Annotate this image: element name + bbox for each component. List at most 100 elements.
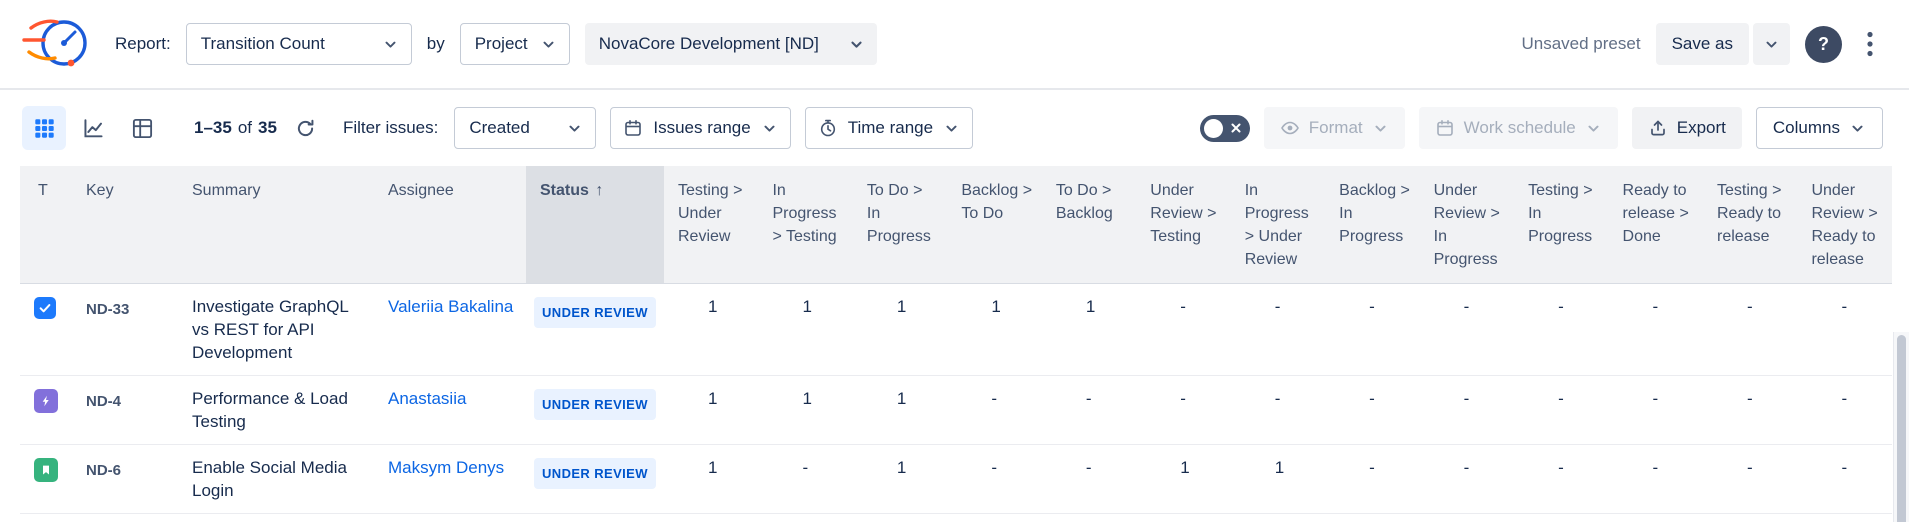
transition-count-cell: 1 [853,445,947,514]
column-header-transition[interactable]: Backlog > To Do [947,166,1041,284]
issue-summary[interactable]: Enable Social Media Login [178,445,374,514]
report-page: Report: Transition Count by Project Nova… [0,0,1909,522]
view-switcher [22,106,164,150]
chevron-down-icon [566,120,583,137]
export-icon [1648,118,1668,138]
issue-row: ND-6Enable Social Media Login Maksym Deny… [20,445,1892,514]
transition-count-cell: 1 [664,284,758,376]
column-header-transition[interactable]: Testing > In Progress [1514,166,1608,284]
count-total: 35 [258,118,277,138]
more-menu-button[interactable] [1857,24,1883,64]
filter-field-select[interactable]: Created [454,107,596,149]
transition-count-cell: - [1231,376,1325,445]
group-by-select[interactable]: Project [460,23,570,65]
assignee-link[interactable]: Valeriia Bakalina [388,297,513,316]
issue-key[interactable]: ND-4 [72,376,178,445]
column-header-summary[interactable]: Summary [178,166,374,284]
issue-summary[interactable]: Investigate GraphQL vs REST for API Deve… [178,284,374,376]
help-button[interactable]: ? [1805,26,1842,63]
transition-count-cell: 1 [853,376,947,445]
columns-button[interactable]: Columns [1756,107,1883,149]
preset-status-label: Unsaved preset [1521,34,1640,54]
column-header-transition[interactable]: To Do > Backlog [1042,166,1136,284]
transition-count-cell: - [1042,445,1136,514]
chevron-down-icon [848,36,865,53]
calendar-icon [623,118,643,138]
transition-count-cell: 1 [853,284,947,376]
column-header-status[interactable]: Status ↑ [526,166,664,284]
column-header-transition[interactable]: Ready to release > Done [1609,166,1703,284]
chevron-down-icon [1585,120,1602,137]
issue-count: 1–35 of 35 [194,118,277,138]
work-schedule-button[interactable]: Work schedule [1419,107,1618,149]
count-range: 1–35 [194,118,232,138]
column-header-transition[interactable]: To Do > In Progress [853,166,947,284]
calendar-icon [1435,118,1455,138]
format-button[interactable]: Format [1264,107,1405,149]
kebab-menu-icon [1867,31,1873,57]
assignee-link[interactable]: Maksym Denys [388,458,504,477]
scrollbar-thumb[interactable] [1897,335,1906,522]
issue-type-bolt-icon [34,389,58,413]
issue-type-story-icon [34,458,58,482]
status-badge: UNDER REVIEW [534,297,656,328]
report-label: Report: [115,34,171,54]
column-header-transition[interactable]: Under Review > Ready to release [1797,166,1892,284]
assignee-link[interactable]: Anastasiia [388,389,466,408]
column-header-type[interactable]: T [20,166,72,284]
column-header-transition[interactable]: Under Review > Testing [1136,166,1230,284]
chart-view-button[interactable] [71,106,115,150]
transition-count-table: T Key Summary Assignee Status ↑ Testing … [20,166,1892,514]
speedy-clock-logo-icon [22,13,90,75]
transition-count-cell: - [1514,284,1608,376]
status-cell: UNDER REVIEW [526,445,664,514]
issue-key[interactable]: ND-33 [72,284,178,376]
transition-count-cell: 1 [947,284,1041,376]
column-header-transition[interactable]: Backlog > In Progress [1325,166,1419,284]
column-header-transition[interactable]: In Progress > Testing [758,166,852,284]
transition-count-cell: - [1231,284,1325,376]
transition-count-cell: - [758,445,852,514]
save-as-menu-button[interactable] [1753,23,1790,65]
refresh-button[interactable] [291,113,321,143]
transition-count-cell: - [1325,445,1419,514]
export-button[interactable]: Export [1632,107,1742,149]
column-header-assignee[interactable]: Assignee [374,166,526,284]
transition-count-cell: - [947,445,1041,514]
transition-count-cell: 1 [758,376,852,445]
assignee-cell: Valeriia Bakalina [374,284,526,376]
bolt-glyph [40,395,52,407]
sort-ascending-icon: ↑ [595,182,603,199]
row-checkbox-checked[interactable] [34,297,56,319]
issue-row: ND-33Investigate GraphQL vs REST for API… [20,284,1892,376]
transition-count-cell: 1 [664,376,758,445]
grid-view-button[interactable] [22,106,66,150]
assignee-cell: Anastasiia [374,376,526,445]
column-header-transition[interactable]: Testing > Ready to release [1703,166,1797,284]
report-type-select[interactable]: Transition Count [186,23,412,65]
chevron-down-icon [1372,120,1389,137]
display-values-toggle[interactable] [1200,115,1250,142]
transition-count-cell: 1 [1231,445,1325,514]
vertical-scrollbar[interactable] [1893,332,1909,522]
column-header-transition[interactable]: Under Review > In Progress [1420,166,1514,284]
column-header-transition[interactable]: In Progress > Under Review [1231,166,1325,284]
project-select[interactable]: NovaCore Development [ND] [585,23,877,65]
column-header-transition[interactable]: Testing > Under Review [664,166,758,284]
transition-count-cell: 1 [664,445,758,514]
issue-summary[interactable]: Performance & Load Testing [178,376,374,445]
status-cell: UNDER REVIEW [526,376,664,445]
transition-count-cell: - [1325,376,1419,445]
time-range-button[interactable]: Time range [805,107,973,149]
column-header-key[interactable]: Key [72,166,178,284]
issues-range-button[interactable]: Issues range [610,107,790,149]
assignee-cell: Maksym Denys [374,445,526,514]
issue-key[interactable]: ND-6 [72,445,178,514]
issue-row: ND-4Performance & Load Testing Anastasiia… [20,376,1892,445]
report-type-value: Transition Count [201,34,325,54]
chevron-down-icon [540,36,557,53]
status-badge: UNDER REVIEW [534,389,656,420]
pivot-view-button[interactable] [120,106,164,150]
save-as-button[interactable]: Save as [1656,23,1749,65]
transition-count-cell: - [1609,284,1703,376]
